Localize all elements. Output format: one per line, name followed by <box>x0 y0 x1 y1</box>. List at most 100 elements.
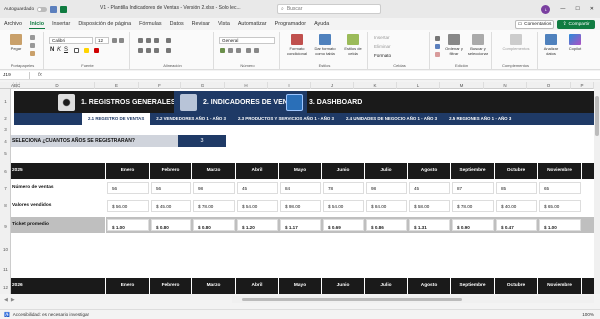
menu-ayuda[interactable]: Ayuda <box>310 18 333 30</box>
subnav-regiones[interactable]: 2.5 REGIONES AÑO 1 - AÑO 3 <box>443 113 517 125</box>
subnav-unidades[interactable]: 2.4 UNIDADES DE NEGOCIO AÑO 1 - AÑO 3 <box>340 113 443 125</box>
number-format-select[interactable]: General <box>219 37 275 44</box>
analyze-data-button[interactable]: Analizar datos <box>540 34 562 56</box>
align-center-icon[interactable] <box>146 48 151 53</box>
shrink-font-icon[interactable] <box>119 38 124 43</box>
data-cell[interactable]: 56 <box>107 182 149 194</box>
share-button[interactable]: ⇪ Compartir <box>557 20 595 29</box>
column-header[interactable]: F <box>139 82 181 89</box>
wrap-text-icon[interactable] <box>166 38 171 43</box>
column-header[interactable]: G <box>181 82 225 89</box>
data-cell[interactable]: $ 0.80 <box>193 219 235 231</box>
row-header[interactable]: 5 <box>0 151 11 156</box>
data-cell[interactable]: $ 58.00 <box>409 200 450 212</box>
month-header[interactable]: Marzo <box>192 278 236 294</box>
row-header[interactable]: 1 <box>0 99 11 104</box>
data-cell[interactable]: 87 <box>452 182 494 194</box>
data-cell[interactable]: $ 1.00 <box>539 219 581 231</box>
font-name-select[interactable]: Calibri <box>49 37 93 44</box>
autosave-toggle[interactable] <box>37 6 48 12</box>
format-cells-button[interactable]: Formato <box>374 53 391 58</box>
month-header[interactable]: Septiembre <box>451 163 495 179</box>
subnav-registro-ventas[interactable]: 2.1 REGISTRO DE VENTAS <box>82 113 151 125</box>
column-header[interactable]: N <box>484 82 527 89</box>
align-bottom-icon[interactable] <box>154 38 159 43</box>
grow-font-icon[interactable] <box>112 38 117 43</box>
year-cell[interactable]: 2026 <box>11 278 106 294</box>
paste-button[interactable]: Pegar <box>8 34 24 51</box>
data-cell[interactable]: $ 1.20 <box>237 219 278 231</box>
menu-archivo[interactable]: Archivo <box>0 18 26 30</box>
row-header[interactable]: 12 <box>0 285 11 290</box>
row-header[interactable]: 8 <box>0 203 11 208</box>
month-header-extra[interactable] <box>582 278 594 294</box>
worksheet[interactable]: 1. REGISTROS GENERALES 2. INDICADORES DE… <box>11 89 594 294</box>
menu-formulas[interactable]: Fórmulas <box>135 18 165 30</box>
month-header[interactable]: Noviembre <box>538 278 582 294</box>
horizontal-scrollbar[interactable] <box>232 296 594 303</box>
column-header[interactable]: P <box>571 82 594 89</box>
clear-icon[interactable] <box>435 52 440 57</box>
years-input[interactable]: 3 <box>178 135 226 147</box>
menu-revisar[interactable]: Revisar <box>188 18 214 30</box>
avatar[interactable]: L <box>541 4 551 14</box>
copilot-button[interactable]: Copilot <box>564 34 586 51</box>
row-header[interactable]: 11 <box>0 267 11 272</box>
row-header[interactable]: 4 <box>0 139 11 144</box>
data-cell[interactable]: 85 <box>496 182 537 194</box>
menu-programador[interactable]: Programador <box>271 18 310 30</box>
fill-icon[interactable] <box>435 44 440 49</box>
save-icon[interactable] <box>50 5 58 13</box>
subnav-productos[interactable]: 2.3 PRODUCTOS Y SERVICIOS AÑO 1 - AÑO 3 <box>232 113 340 125</box>
addins-button[interactable]: Complementos <box>498 34 534 51</box>
column-header[interactable]: O <box>527 82 571 89</box>
data-cell[interactable]: 98 <box>193 182 235 194</box>
align-right-icon[interactable] <box>154 48 159 53</box>
vertical-scrollbar[interactable] <box>594 82 600 294</box>
next-sheet-icon[interactable]: ▶ <box>11 297 15 303</box>
subnav-vendedores[interactable]: 2.2 VENDEDORES AÑO 1 - AÑO 3 <box>150 113 232 125</box>
month-header[interactable]: Mayo <box>279 163 322 179</box>
month-header[interactable]: Julio <box>365 278 408 294</box>
data-cell[interactable]: $ 56.00 <box>107 200 149 212</box>
vertical-scroll-thumb[interactable] <box>595 96 599 136</box>
month-header[interactable]: Marzo <box>192 163 236 179</box>
italic-icon[interactable]: K <box>57 47 61 53</box>
month-header[interactable]: Junio <box>322 278 365 294</box>
data-cell[interactable]: $ 0.80 <box>151 219 191 231</box>
month-header[interactable]: Abril <box>236 278 279 294</box>
row-label[interactable]: Ticket promedio <box>11 217 106 233</box>
month-header[interactable]: Octubre <box>495 278 538 294</box>
row-header[interactable]: 6 <box>0 169 11 174</box>
menu-inicio[interactable]: Inicio <box>26 18 48 30</box>
data-cell[interactable]: 98 <box>366 182 407 194</box>
month-header[interactable]: Julio <box>365 163 408 179</box>
format-painter-icon[interactable] <box>30 51 35 56</box>
data-cell[interactable]: $ 0.47 <box>496 219 537 231</box>
row-header[interactable]: 2 <box>0 116 11 121</box>
data-cell[interactable]: $ 78.00 <box>452 200 494 212</box>
currency-icon[interactable] <box>220 48 225 53</box>
month-header[interactable]: Enero <box>106 163 150 179</box>
delete-cells-button[interactable]: Eliminar <box>374 44 391 49</box>
autosum-icon[interactable] <box>435 36 440 41</box>
search-input[interactable]: Buscar <box>287 6 303 12</box>
fill-color-icon[interactable] <box>84 48 89 53</box>
cut-icon[interactable] <box>30 35 35 40</box>
search-box[interactable]: ⌕ Buscar <box>277 4 381 14</box>
nav-tab-dashboard[interactable]: 3. DASHBOARD <box>286 91 362 113</box>
maximize-icon[interactable]: ☐ <box>575 6 579 12</box>
prev-sheet-icon[interactable]: ◀ <box>4 297 8 303</box>
borders-icon[interactable] <box>74 48 79 53</box>
column-header[interactable]: J <box>311 82 354 89</box>
data-cell[interactable]: $ 0.69 <box>323 219 364 231</box>
fx-icon[interactable]: fx <box>38 72 42 78</box>
nav-tab-registros[interactable]: 1. REGISTROS GENERALES <box>58 91 176 113</box>
minimize-icon[interactable]: — <box>560 6 565 12</box>
column-header[interactable]: M <box>440 82 484 89</box>
column-header[interactable]: L <box>397 82 440 89</box>
data-cell[interactable]: 45 <box>237 182 278 194</box>
bold-icon[interactable]: N <box>50 47 54 53</box>
month-header[interactable]: Abril <box>236 163 279 179</box>
underline-icon[interactable]: S <box>64 47 68 53</box>
